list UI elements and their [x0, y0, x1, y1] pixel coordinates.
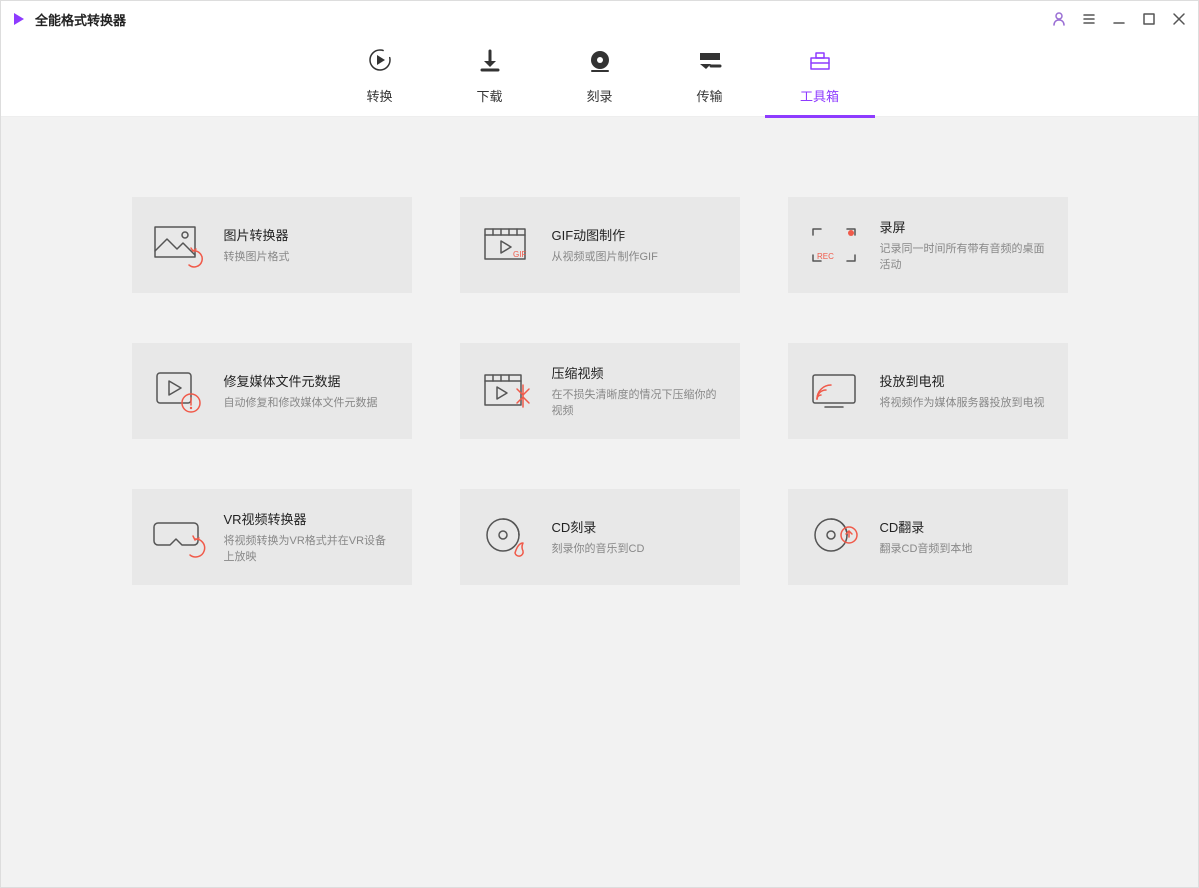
card-desc: 翻录CD音频到本地: [880, 542, 1050, 557]
card-title: CD刻录: [552, 517, 722, 536]
tool-image-converter[interactable]: 图片转换器 转换图片格式: [132, 197, 412, 293]
maximize-icon[interactable]: [1140, 10, 1158, 28]
tab-label: 工具箱: [800, 86, 839, 105]
app-window: 全能格式转换器 转换: [0, 0, 1199, 888]
compress-video-icon: [478, 363, 534, 419]
card-title: 压缩视频: [552, 363, 722, 382]
tool-fix-metadata[interactable]: 修复媒体文件元数据 自动修复和修改媒体文件元数据: [132, 343, 412, 439]
cd-rip-icon: [806, 509, 862, 565]
tool-compress-video[interactable]: 压缩视频 在不损失清晰度的情况下压缩你的视频: [460, 343, 740, 439]
tab-label: 传输: [696, 86, 722, 105]
menu-icon[interactable]: [1080, 10, 1098, 28]
card-title: VR视频转换器: [224, 509, 394, 528]
card-desc: 记录同一时间所有带有音频的桌面活动: [880, 242, 1050, 273]
tool-screen-recorder[interactable]: REC 录屏 记录同一时间所有带有音频的桌面活动: [788, 197, 1068, 293]
screen-recorder-icon: REC: [806, 217, 862, 273]
card-desc: 刻录你的音乐到CD: [552, 542, 722, 557]
card-desc: 自动修复和修改媒体文件元数据: [224, 396, 394, 411]
tool-vr-converter[interactable]: VR视频转换器 将视频转换为VR格式并在VR设备上放映: [132, 489, 412, 585]
close-icon[interactable]: [1170, 10, 1188, 28]
card-title: 录屏: [880, 217, 1050, 236]
tab-convert[interactable]: 转换: [325, 47, 435, 117]
titlebar-controls: [1050, 10, 1188, 28]
tab-label: 下载: [476, 86, 502, 105]
tool-cd-rip[interactable]: CD翻录 翻录CD音频到本地: [788, 489, 1068, 585]
app-logo-icon: [11, 11, 27, 27]
svg-text:REC: REC: [817, 252, 834, 261]
main-tabs: 转换 下载 刻录 传输 工具箱: [1, 37, 1198, 117]
tab-toolbox[interactable]: 工具箱: [765, 47, 875, 117]
tab-label: 转换: [366, 86, 392, 105]
card-desc: 将视频转换为VR格式并在VR设备上放映: [224, 534, 394, 565]
card-title: 投放到电视: [880, 371, 1050, 390]
burn-icon: [587, 47, 613, 78]
minimize-icon[interactable]: [1110, 10, 1128, 28]
card-desc: 在不损失清晰度的情况下压缩你的视频: [552, 388, 722, 419]
fix-metadata-icon: [150, 363, 206, 419]
card-title: CD翻录: [880, 517, 1050, 536]
card-desc: 转换图片格式: [224, 250, 394, 265]
tool-cd-burn[interactable]: CD刻录 刻录你的音乐到CD: [460, 489, 740, 585]
tool-gif-maker[interactable]: GIF GIF动图制作 从视频或图片制作GIF: [460, 197, 740, 293]
download-icon: [477, 47, 503, 78]
user-icon[interactable]: [1050, 10, 1068, 28]
app-title: 全能格式转换器: [35, 10, 126, 29]
card-title: GIF动图制作: [552, 225, 722, 244]
cd-burn-icon: [478, 509, 534, 565]
card-desc: 从视频或图片制作GIF: [552, 250, 722, 265]
tab-transfer[interactable]: 传输: [655, 47, 765, 117]
card-title: 修复媒体文件元数据: [224, 371, 394, 390]
tab-download[interactable]: 下载: [435, 47, 545, 117]
titlebar-left: 全能格式转换器: [11, 10, 1050, 29]
tool-cast-tv[interactable]: 投放到电视 将视频作为媒体服务器投放到电视: [788, 343, 1068, 439]
gif-maker-icon: GIF: [478, 217, 534, 273]
tab-label: 刻录: [586, 86, 612, 105]
content-area: 图片转换器 转换图片格式 GIF GIF动图制作 从视频或图片制作: [1, 117, 1198, 887]
convert-icon: [367, 47, 393, 78]
cast-tv-icon: [806, 363, 862, 419]
tab-burn[interactable]: 刻录: [545, 47, 655, 117]
card-title: 图片转换器: [224, 225, 394, 244]
toolbox-icon: [807, 47, 833, 78]
svg-text:GIF: GIF: [513, 250, 526, 259]
card-desc: 将视频作为媒体服务器投放到电视: [880, 396, 1050, 411]
vr-converter-icon: [150, 509, 206, 565]
image-converter-icon: [150, 217, 206, 273]
transfer-icon: [697, 47, 723, 78]
tools-grid: 图片转换器 转换图片格式 GIF GIF动图制作 从视频或图片制作: [120, 197, 1080, 585]
titlebar: 全能格式转换器: [1, 1, 1198, 37]
